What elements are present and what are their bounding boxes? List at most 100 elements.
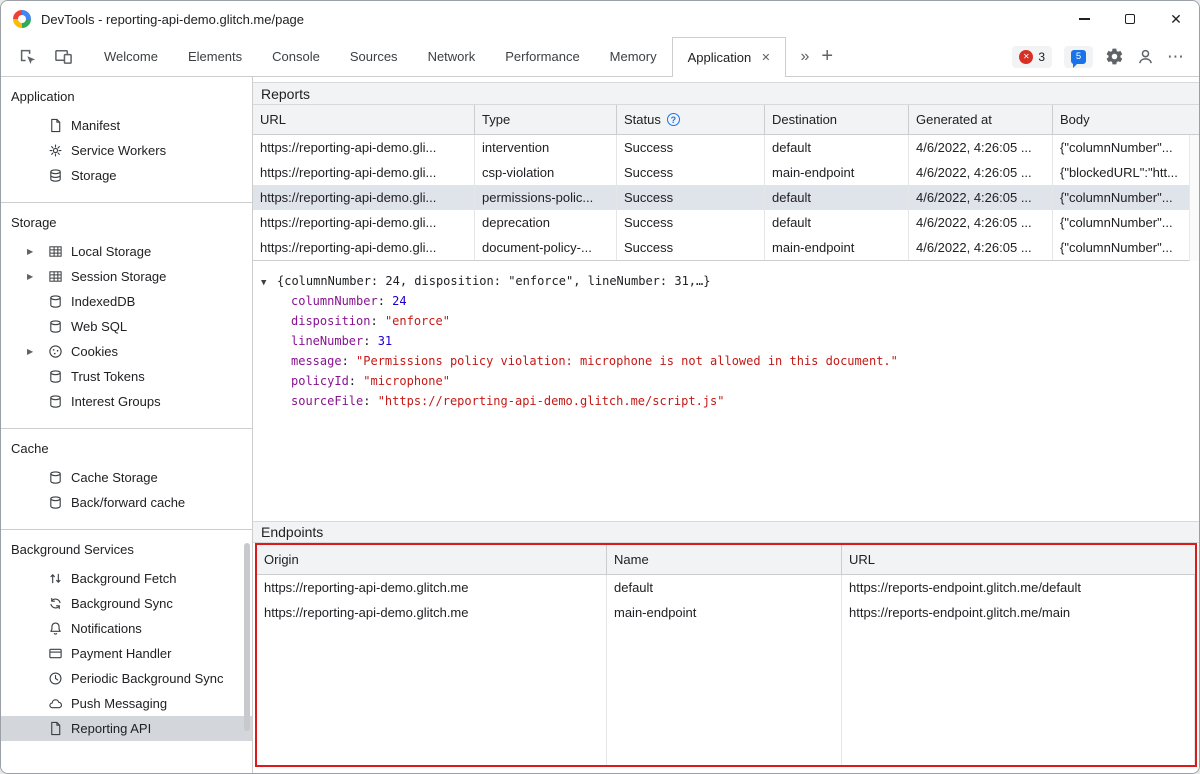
sidebar-item-session-storage[interactable]: ▶ Session Storage <box>1 264 252 289</box>
tab-sources[interactable]: Sources <box>335 37 413 76</box>
tab-elements[interactable]: Elements <box>173 37 257 76</box>
json-value: "microphone" <box>363 374 450 388</box>
close-tab-icon[interactable]: ✕ <box>761 51 770 64</box>
cell-origin: https://reporting-api-demo.glitch.me <box>257 600 607 625</box>
section-title-storage: Storage <box>1 211 252 235</box>
cell-type: csp-violation <box>475 160 617 185</box>
panel-tabs: Welcome Elements Console Sources Network… <box>89 37 786 76</box>
sidebar-scrollbar[interactable] <box>244 543 250 731</box>
column-header-origin[interactable]: Origin <box>257 545 607 574</box>
more-options-icon: ⋯ <box>1167 47 1185 67</box>
database-icon <box>47 494 63 510</box>
column-header-type[interactable]: Type <box>475 105 617 134</box>
settings-button[interactable] <box>1105 47 1124 66</box>
more-tabs-icon[interactable]: » <box>800 48 809 66</box>
cell-type: document-policy-... <box>475 235 617 260</box>
sidebar-item-cache-storage[interactable]: Cache Storage <box>1 465 252 490</box>
expand-arrow-icon[interactable]: ▶ <box>27 264 33 289</box>
tab-console[interactable]: Console <box>257 37 335 76</box>
inspect-element-button[interactable] <box>9 37 45 76</box>
sidebar-section-storage: Storage ▶ Local Storage ▶ Session Storag… <box>1 203 252 429</box>
cell-url: https://reports-endpoint.glitch.me/main <box>842 600 1195 625</box>
sidebar-item-periodic-background-sync[interactable]: Periodic Background Sync <box>1 666 252 691</box>
sidebar-item-label: Cookies <box>71 344 118 359</box>
more-options-button[interactable]: ⋯ <box>1167 47 1185 67</box>
close-button[interactable]: ✕ <box>1153 1 1199 37</box>
tab-label: Memory <box>610 49 657 64</box>
endpoint-row[interactable]: https://reporting-api-demo.glitch.me def… <box>257 575 1195 600</box>
sidebar-item-storage[interactable]: Storage <box>1 163 252 188</box>
expand-arrow-icon[interactable]: ▶ <box>27 239 33 264</box>
json-root-line: ▼{columnNumber: 24, disposition: "enforc… <box>253 271 1199 291</box>
sidebar-section-application: Application Manifest Service Workers Sto… <box>1 77 252 203</box>
sidebar-item-label: Interest Groups <box>71 394 161 409</box>
tab-label: Console <box>272 49 320 64</box>
sidebar-item-notifications[interactable]: Notifications <box>1 616 252 641</box>
sidebar-item-cookies[interactable]: ▶ Cookies <box>1 339 252 364</box>
tab-performance[interactable]: Performance <box>490 37 594 76</box>
expand-arrow-icon[interactable]: ▶ <box>27 339 33 364</box>
column-label: Origin <box>264 552 299 567</box>
endpoint-row[interactable]: https://reporting-api-demo.glitch.me mai… <box>257 600 1195 625</box>
report-row[interactable]: https://reporting-api-demo.gli... interv… <box>253 135 1199 160</box>
sidebar-item-manifest[interactable]: Manifest <box>1 113 252 138</box>
cell-name: default <box>607 575 842 600</box>
column-label: Name <box>614 552 649 567</box>
endpoints-table-empty-area <box>257 625 1195 765</box>
bell-icon <box>47 620 63 636</box>
tab-welcome[interactable]: Welcome <box>89 37 173 76</box>
column-label: Status <box>624 112 661 127</box>
minimize-button[interactable] <box>1061 1 1107 37</box>
cell-url: https://reporting-api-demo.gli... <box>253 210 475 235</box>
report-row[interactable]: https://reporting-api-demo.gli... deprec… <box>253 210 1199 235</box>
column-header-body[interactable]: Body <box>1053 105 1199 134</box>
sidebar-item-label: Background Sync <box>71 596 173 611</box>
device-toolbar-button[interactable] <box>45 37 81 76</box>
status-help-icon[interactable]: ? <box>667 113 680 126</box>
column-header-url[interactable]: URL <box>253 105 475 134</box>
sidebar-item-background-sync[interactable]: Background Sync <box>1 591 252 616</box>
reports-table-scrollbar[interactable] <box>1189 135 1199 261</box>
sidebar-item-label: Back/forward cache <box>71 495 185 510</box>
tab-network[interactable]: Network <box>413 37 491 76</box>
profile-button[interactable] <box>1136 47 1155 66</box>
json-property: disposition"enforce" <box>253 311 1199 331</box>
tab-memory[interactable]: Memory <box>595 37 672 76</box>
column-header-name[interactable]: Name <box>607 545 842 574</box>
section-title-background-services: Background Services <box>1 538 252 562</box>
sidebar-item-interest-groups[interactable]: Interest Groups <box>1 389 252 414</box>
titlebar: DevTools - reporting-api-demo.glitch.me/… <box>1 1 1199 37</box>
maximize-button[interactable] <box>1107 1 1153 37</box>
sidebar-item-service-workers[interactable]: Service Workers <box>1 138 252 163</box>
json-key: sourceFile <box>291 394 378 408</box>
gear-icon <box>1105 47 1124 66</box>
sidebar-item-reporting-api[interactable]: Reporting API <box>1 716 252 741</box>
report-row[interactable]: https://reporting-api-demo.gli... docume… <box>253 235 1199 260</box>
sidebar-item-payment-handler[interactable]: Payment Handler <box>1 641 252 666</box>
json-key: lineNumber <box>291 334 378 348</box>
sidebar-item-indexeddb[interactable]: IndexedDB <box>1 289 252 314</box>
expand-triangle-icon[interactable]: ▼ <box>261 273 277 293</box>
sidebar-item-back-forward-cache[interactable]: Back/forward cache <box>1 490 252 515</box>
column-header-status[interactable]: Status? <box>617 105 765 134</box>
tab-label: Performance <box>505 49 579 64</box>
devtools-window: DevTools - reporting-api-demo.glitch.me/… <box>0 0 1200 774</box>
sidebar-item-push-messaging[interactable]: Push Messaging <box>1 691 252 716</box>
sidebar-item-local-storage[interactable]: ▶ Local Storage <box>1 239 252 264</box>
column-header-generated-at[interactable]: Generated at <box>909 105 1053 134</box>
report-row[interactable]: https://reporting-api-demo.gli... csp-vi… <box>253 160 1199 185</box>
sidebar-item-trust-tokens[interactable]: Trust Tokens <box>1 364 252 389</box>
add-panel-icon[interactable]: + <box>821 45 833 68</box>
column-header-destination[interactable]: Destination <box>765 105 909 134</box>
cell-body: {"columnNumber"... <box>1053 235 1199 260</box>
cell-status: Success <box>617 235 765 260</box>
tab-application[interactable]: Application ✕ <box>672 37 787 77</box>
reports-table: URL Type Status? Destination Generated a… <box>253 105 1199 261</box>
sidebar-item-web-sql[interactable]: Web SQL <box>1 314 252 339</box>
json-value: "https://reporting-api-demo.glitch.me/sc… <box>378 394 725 408</box>
sidebar-item-background-fetch[interactable]: Background Fetch <box>1 566 252 591</box>
column-header-url[interactable]: URL <box>842 545 1195 574</box>
report-row-selected[interactable]: https://reporting-api-demo.gli... permis… <box>253 185 1199 210</box>
issues-counter[interactable]: 5 <box>1064 46 1093 68</box>
error-counter[interactable]: ✕ 3 <box>1012 46 1052 68</box>
